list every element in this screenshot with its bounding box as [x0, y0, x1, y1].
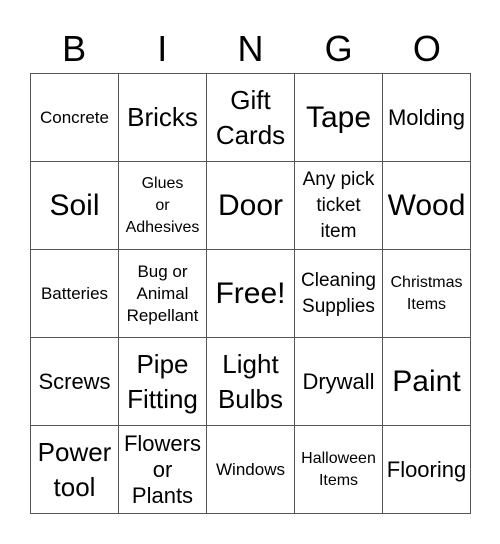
bingo-cell-label: Flowers or Plants — [123, 430, 201, 508]
bingo-cell[interactable]: Glues or Adhesives — [119, 162, 207, 250]
header-letter-g: G — [324, 28, 353, 69]
bingo-cell[interactable]: Bug or Animal Repellant — [119, 250, 207, 338]
bingo-cell[interactable]: Soil — [31, 162, 119, 250]
bingo-cell[interactable]: Halloween Items — [295, 426, 383, 514]
bingo-cell-label: Soil — [49, 188, 100, 222]
bingo-cell-label: Batteries — [40, 283, 109, 303]
bingo-cell-label: Christmas Items — [390, 273, 463, 313]
bingo-cell-label: Glues or Adhesives — [125, 174, 200, 236]
bingo-cell[interactable]: Door — [207, 162, 295, 250]
bingo-cell[interactable]: Tape — [295, 74, 383, 162]
bingo-cell[interactable]: Power tool — [31, 426, 119, 514]
bingo-cell-label: Drywall — [302, 368, 375, 394]
bingo-cell-label: Molding — [387, 104, 466, 130]
bingo-cell[interactable]: Paint — [383, 338, 471, 426]
header-letter-o: O — [412, 28, 441, 69]
bingo-cell-label: Paint — [392, 364, 461, 398]
bingo-cell[interactable]: Concrete — [31, 74, 119, 162]
bingo-cell[interactable]: Christmas Items — [383, 250, 471, 338]
bingo-header: B I N G O — [30, 26, 471, 72]
header-letter-b: B — [62, 28, 87, 69]
bingo-cell[interactable]: Flooring — [383, 426, 471, 514]
bingo-cell-label: Bricks — [127, 102, 198, 132]
bingo-cell[interactable]: Bricks — [119, 74, 207, 162]
bingo-cell-label: Door — [217, 188, 284, 222]
bingo-cell[interactable]: Wood — [383, 162, 471, 250]
bingo-cell-label: Wood — [387, 188, 466, 222]
bingo-cell-label: Halloween Items — [301, 449, 376, 489]
bingo-cell-label: Flooring — [386, 456, 467, 482]
bingo-cell-label: Cleaning Supplies — [301, 269, 376, 317]
bingo-cell[interactable]: Batteries — [31, 250, 119, 338]
bingo-cell-label: Windows — [216, 459, 285, 479]
header-letter-i: I — [157, 28, 168, 69]
header-letter-n: N — [237, 28, 264, 69]
bingo-cell-label: Any pick ticket item — [302, 168, 375, 242]
bingo-cell[interactable]: Cleaning Supplies — [295, 250, 383, 338]
bingo-cell-label: Free! — [215, 276, 286, 310]
bingo-cell[interactable]: Any pick ticket item — [295, 162, 383, 250]
bingo-cell[interactable]: Flowers or Plants — [119, 426, 207, 514]
bingo-cell[interactable]: Light Bulbs — [207, 338, 295, 426]
bingo-cell-label: Concrete — [40, 107, 109, 127]
bingo-cell-label: Bug or Animal Repellant — [126, 261, 199, 325]
bingo-cell-label: Gift Cards — [215, 84, 286, 150]
bingo-cell-label: Screws — [38, 368, 111, 394]
bingo-free-space[interactable]: Free! — [207, 250, 295, 338]
bingo-cell[interactable]: Windows — [207, 426, 295, 514]
bingo-cell-label: Pipe Fitting — [127, 348, 198, 414]
bingo-grid: Concrete Bricks Gift Cards Tape Molding Soil G… — [30, 73, 471, 514]
bingo-cell[interactable]: Molding — [383, 74, 471, 162]
bingo-cell[interactable]: Screws — [31, 338, 119, 426]
bingo-cell[interactable]: Pipe Fitting — [119, 338, 207, 426]
bingo-cell-label: Light Bulbs — [217, 348, 284, 414]
bingo-cell-label: Tape — [305, 100, 372, 134]
bingo-cell-label: Power tool — [37, 436, 112, 502]
bingo-cell[interactable]: Drywall — [295, 338, 383, 426]
bingo-cell[interactable]: Gift Cards — [207, 74, 295, 162]
